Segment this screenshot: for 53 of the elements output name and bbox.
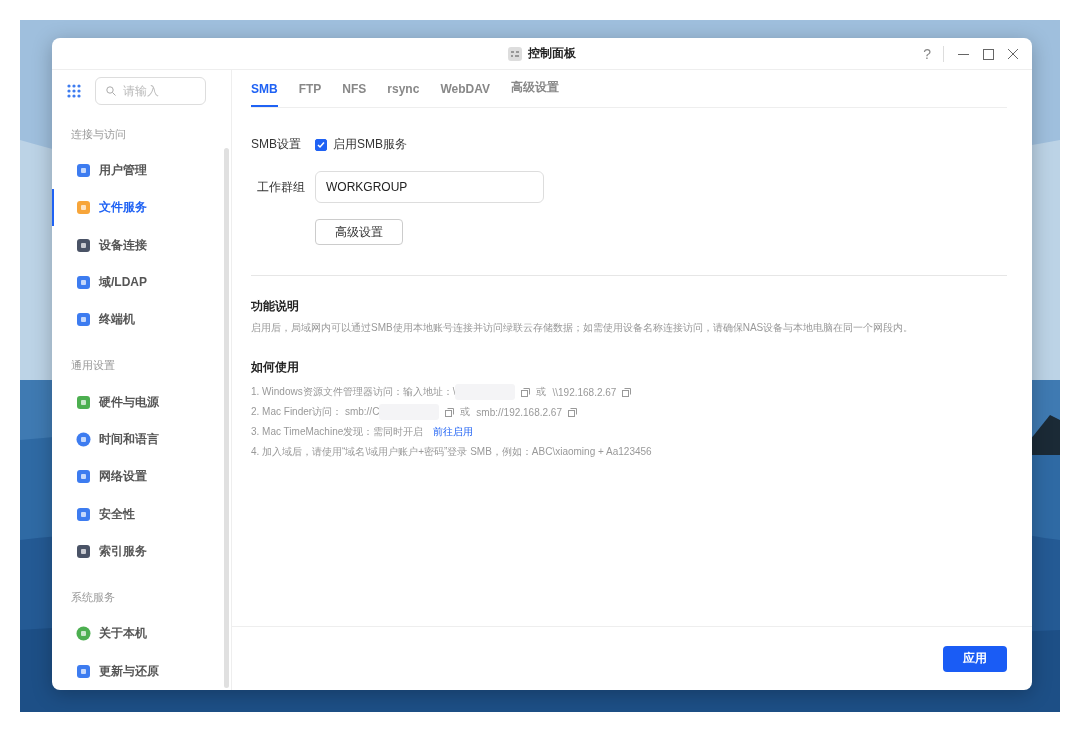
usage-text: 或: [536, 385, 547, 399]
usage-text: 4. 加入域后，请使用“域名\域用户账户+密码”登录 SMB，例如：ABC\xiaoming + Aa123456: [251, 445, 652, 459]
sidebar-item[interactable]: 设备连接: [52, 226, 231, 264]
enable-link[interactable]: 前往启用: [433, 425, 474, 439]
advanced-settings-button[interactable]: 高级设置: [315, 219, 403, 245]
usage-text: 或: [460, 405, 471, 419]
copy-icon[interactable]: [568, 407, 577, 417]
tab[interactable]: WebDAV: [440, 82, 490, 107]
checkbox[interactable]: [315, 138, 327, 151]
close-icon[interactable]: [1008, 49, 1018, 59]
enable-smb-checkbox[interactable]: 启用SMB服务: [315, 136, 407, 153]
sidebar-item[interactable]: 域/LDAP: [52, 263, 231, 302]
copy-icon[interactable]: [445, 407, 455, 417]
copy-icon[interactable]: [521, 387, 531, 397]
search-field[interactable]: 请输入: [95, 77, 206, 106]
sidebar-item[interactable]: 关于本机: [52, 615, 231, 653]
help-button[interactable]: ?: [923, 46, 944, 62]
tab[interactable]: NFS: [342, 82, 367, 107]
sidebar-item[interactable]: 用户管理: [52, 151, 231, 189]
section-heading: 功能说明: [251, 298, 300, 315]
search-icon: [106, 86, 116, 97]
checkbox-label: 启用SMB服务: [333, 136, 407, 153]
section-title: 通用设置: [71, 359, 115, 372]
sidebar-item[interactable]: 终端机: [52, 301, 231, 339]
control-panel-icon: [508, 46, 522, 61]
maximize-icon[interactable]: [983, 48, 994, 60]
tab[interactable]: SMB: [251, 82, 278, 107]
usage-text: 3. Mac TimeMachine发现：需同时开启: [251, 425, 424, 439]
apps-grid-icon[interactable]: [67, 84, 81, 99]
usage-text: smb://192.168.2.67: [476, 406, 562, 418]
apply-button[interactable]: 应用: [943, 645, 1007, 672]
section-heading: 如何使用: [251, 359, 300, 376]
workgroup-field[interactable]: WORKGROUP: [315, 171, 544, 203]
section-title: 连接与访问: [71, 127, 126, 140]
sidebar-item[interactable]: 时间和语言: [52, 420, 231, 459]
field-label: SMB设置: [251, 136, 302, 153]
sidebar-item[interactable]: 硬件与电源: [52, 383, 231, 421]
scrollbar[interactable]: [224, 148, 229, 688]
tab[interactable]: FTP: [298, 82, 322, 107]
tab[interactable]: 高级设置: [510, 79, 559, 107]
usage-text: \\192.168.2.67: [552, 386, 617, 398]
field-label: 工作群组: [256, 178, 305, 196]
sidebar-item[interactable]: 更新与还原: [52, 652, 231, 690]
tab[interactable]: rsync: [387, 82, 420, 107]
window-title: 控制面板: [528, 45, 576, 62]
usage-text: 1. Windows资源文件管理器访问：输入地址：\: [251, 385, 456, 399]
sidebar-item[interactable]: 安全性: [52, 495, 231, 533]
section-title: 系统服务: [71, 591, 115, 604]
copy-icon[interactable]: [622, 387, 632, 397]
sidebar-item[interactable]: 网络设置: [52, 458, 231, 496]
check-icon: [317, 140, 325, 149]
sidebar-item[interactable]: 索引服务: [52, 532, 231, 571]
usage-text: 2. Mac Finder访问： smb://C: [251, 405, 380, 419]
